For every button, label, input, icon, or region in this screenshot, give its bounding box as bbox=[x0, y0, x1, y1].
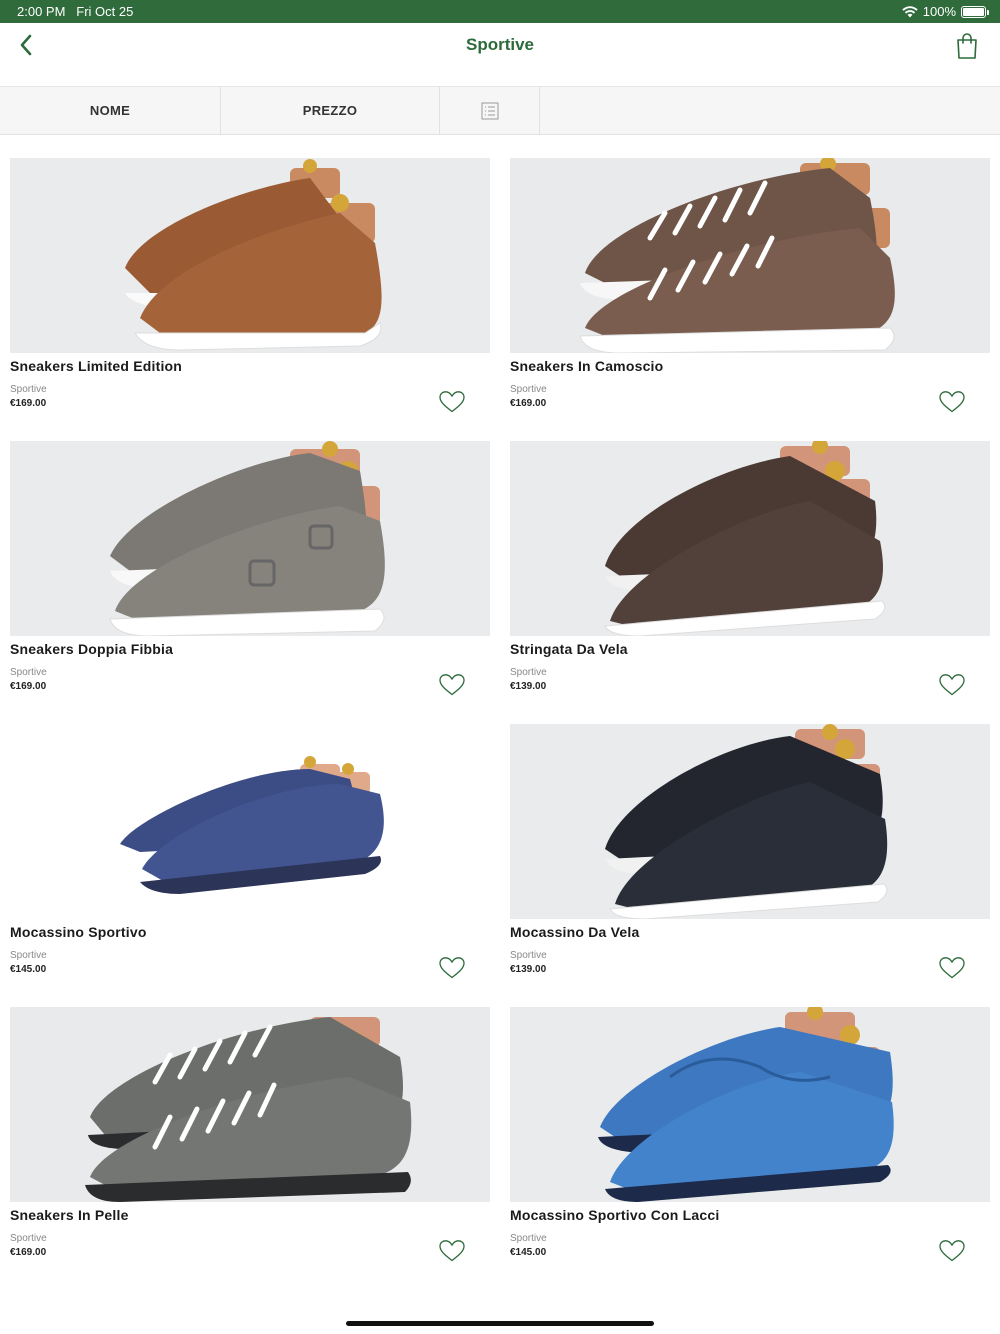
favorite-button[interactable] bbox=[938, 1239, 966, 1263]
list-view-icon bbox=[481, 102, 498, 119]
product-image bbox=[10, 1007, 490, 1202]
product-image bbox=[10, 724, 490, 919]
product-price: €169.00 bbox=[10, 398, 47, 409]
product-category: Sportive bbox=[510, 1233, 547, 1244]
favorite-button[interactable] bbox=[438, 956, 466, 980]
battery-icon bbox=[961, 5, 989, 18]
favorite-button[interactable] bbox=[438, 390, 466, 414]
favorite-button[interactable] bbox=[938, 390, 966, 414]
product-card[interactable]: Sneakers In Camoscio Sportive €169.00 bbox=[510, 158, 990, 441]
heart-icon bbox=[939, 1240, 965, 1262]
favorite-button[interactable] bbox=[938, 673, 966, 697]
product-name: Stringata Da Vela bbox=[510, 641, 628, 657]
status-bar: 2:00 PM Fri Oct 25 100% bbox=[0, 0, 1000, 23]
heart-icon bbox=[439, 1240, 465, 1262]
shopping-bag-icon bbox=[957, 33, 977, 59]
battery-percent: 100% bbox=[922, 4, 956, 19]
product-category: Sportive bbox=[10, 667, 47, 678]
product-card[interactable]: Stringata Da Vela Sportive €139.00 bbox=[510, 441, 990, 724]
product-price: €139.00 bbox=[510, 964, 547, 975]
product-price: €169.00 bbox=[10, 681, 47, 692]
heart-icon bbox=[939, 957, 965, 979]
heart-icon bbox=[439, 391, 465, 413]
favorite-button[interactable] bbox=[938, 956, 966, 980]
cart-button[interactable] bbox=[954, 32, 980, 60]
product-name: Mocassino Sportivo bbox=[10, 924, 147, 940]
product-card[interactable]: Sneakers Doppia Fibbia Sportive €169.00 bbox=[10, 441, 490, 724]
product-category: Sportive bbox=[510, 384, 547, 395]
product-price: €169.00 bbox=[10, 1247, 47, 1258]
product-grid: Sneakers Limited Edition Sportive €169.0… bbox=[10, 158, 990, 1290]
home-indicator[interactable] bbox=[346, 1321, 654, 1326]
product-name: Sneakers In Pelle bbox=[10, 1207, 129, 1223]
navigation-bar: Sportive bbox=[0, 23, 1000, 86]
favorite-button[interactable] bbox=[438, 1239, 466, 1263]
product-price: €145.00 bbox=[10, 964, 47, 975]
product-card[interactable]: Sneakers Limited Edition Sportive €169.0… bbox=[10, 158, 490, 441]
product-image bbox=[510, 441, 990, 636]
sort-by-name-button[interactable]: NOME bbox=[0, 87, 221, 134]
page-title: Sportive bbox=[465, 35, 535, 54]
product-card[interactable]: Mocassino Sportivo Sportive €145.00 bbox=[10, 724, 490, 1007]
product-name: Mocassino Sportivo Con Lacci bbox=[510, 1207, 720, 1223]
product-name: Mocassino Da Vela bbox=[510, 924, 640, 940]
heart-icon bbox=[939, 674, 965, 696]
status-right: 100% bbox=[902, 4, 989, 19]
product-card[interactable]: Sneakers In Pelle Sportive €169.00 bbox=[10, 1007, 490, 1290]
product-category: Sportive bbox=[10, 1233, 47, 1244]
product-price: €145.00 bbox=[510, 1247, 547, 1258]
product-card[interactable]: Mocassino Sportivo Con Lacci Sportive €1… bbox=[510, 1007, 990, 1290]
product-image bbox=[510, 158, 990, 353]
heart-icon bbox=[939, 391, 965, 413]
product-price: €139.00 bbox=[510, 681, 547, 692]
sort-by-price-button[interactable]: PREZZO bbox=[221, 87, 440, 134]
product-name: Sneakers Doppia Fibbia bbox=[10, 641, 174, 657]
product-card[interactable]: Mocassino Da Vela Sportive €139.00 bbox=[510, 724, 990, 1007]
view-toggle-button[interactable] bbox=[440, 87, 540, 134]
product-category: Sportive bbox=[10, 950, 47, 961]
sort-bar: NOME PREZZO bbox=[0, 86, 1000, 135]
status-clock: 2:00 PM bbox=[17, 4, 66, 19]
product-name: Sneakers In Camoscio bbox=[510, 358, 664, 374]
product-category: Sportive bbox=[10, 384, 47, 395]
status-time: 2:00 PM Fri Oct 25 bbox=[17, 4, 133, 19]
status-date: Fri Oct 25 bbox=[76, 4, 134, 19]
product-image bbox=[510, 724, 990, 919]
product-image bbox=[10, 158, 490, 353]
heart-icon bbox=[439, 674, 465, 696]
product-price: €169.00 bbox=[510, 398, 547, 409]
heart-icon bbox=[439, 957, 465, 979]
product-name: Sneakers Limited Edition bbox=[10, 358, 183, 374]
product-category: Sportive bbox=[510, 950, 547, 961]
product-image bbox=[10, 441, 490, 636]
wifi-icon bbox=[902, 5, 918, 17]
favorite-button[interactable] bbox=[438, 673, 466, 697]
product-category: Sportive bbox=[510, 667, 547, 678]
product-image bbox=[510, 1007, 990, 1202]
